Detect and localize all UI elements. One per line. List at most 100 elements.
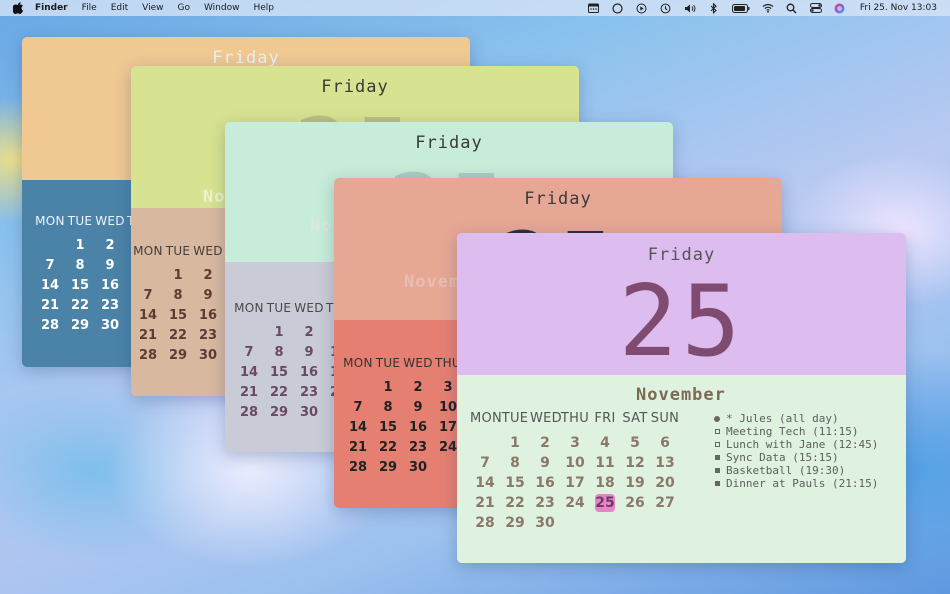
event-item[interactable]: Meeting Tech (11:15) [712,425,878,438]
day-cell[interactable]: 30 [403,460,433,475]
day-cell[interactable]: 28 [343,460,373,475]
day-cell[interactable]: 8 [500,455,530,471]
day-cell[interactable]: 23 [403,440,433,455]
day-cell[interactable]: 9 [403,400,433,415]
day-cell[interactable]: 5 [620,435,650,451]
day-cell[interactable]: 16 [95,278,125,293]
wifi-icon[interactable] [762,2,774,14]
menu-window[interactable]: Window [204,3,240,13]
time-machine-icon[interactable] [660,2,672,14]
day-cell[interactable]: 1 [500,435,530,451]
day-cell[interactable]: 21 [343,440,373,455]
day-cell[interactable]: 14 [470,475,500,491]
day-cell[interactable]: 30 [193,348,223,363]
search-icon[interactable] [786,2,798,14]
day-cell[interactable]: 16 [530,475,560,491]
day-cell[interactable]: 9 [95,258,125,273]
day-cell[interactable]: 16 [193,308,223,323]
day-cell[interactable]: 15 [373,420,403,435]
day-cell[interactable]: 23 [95,298,125,313]
day-cell[interactable]: 30 [294,405,324,420]
day-cell[interactable]: 15 [500,475,530,491]
battery-icon[interactable] [731,2,750,14]
day-cell[interactable]: 1 [163,268,193,283]
day-cell[interactable]: 2 [294,325,324,340]
day-cell[interactable]: 23 [530,495,560,511]
day-cell[interactable]: 29 [163,348,193,363]
day-cell[interactable]: 8 [65,258,95,273]
day-cell[interactable]: 22 [65,298,95,313]
menu-view[interactable]: View [142,3,163,13]
day-cell[interactable]: 21 [234,385,264,400]
day-cell[interactable]: 22 [373,440,403,455]
day-cell[interactable]: 29 [500,515,530,531]
day-cell[interactable]: 28 [35,318,65,333]
calendar-icon[interactable] [588,2,600,14]
day-cell[interactable]: 2 [403,380,433,395]
day-cell[interactable]: 30 [530,515,560,531]
apple-icon[interactable] [11,1,25,15]
day-cell[interactable]: 1 [264,325,294,340]
day-cell[interactable]: 9 [530,455,560,471]
day-cell[interactable]: 20 [650,475,680,491]
day-cell[interactable]: 15 [65,278,95,293]
day-cell[interactable]: 7 [133,288,163,303]
day-cell[interactable]: 18 [590,475,620,491]
day-cell[interactable]: 10 [560,455,590,471]
day-cell[interactable]: 21 [470,495,500,511]
day-cell[interactable]: 29 [373,460,403,475]
event-item[interactable]: Lunch with Jane (12:45) [712,438,878,451]
day-cell[interactable]: 23 [294,385,324,400]
day-cell[interactable]: 26 [620,495,650,511]
day-cell[interactable]: 7 [35,258,65,273]
menu-bar-clock[interactable]: Fri 25. Nov 13:03 [860,3,937,13]
day-cell[interactable]: 2 [95,238,125,253]
day-cell[interactable]: 7 [470,455,500,471]
day-cell[interactable]: 7 [234,345,264,360]
day-cell[interactable]: 14 [343,420,373,435]
menu-go[interactable]: Go [177,3,189,13]
menu-file[interactable]: File [82,3,97,13]
day-cell[interactable]: 14 [35,278,65,293]
bluetooth-icon[interactable] [708,2,720,14]
day-cell[interactable]: 22 [163,328,193,343]
circle-icon[interactable] [612,2,624,14]
menu-help[interactable]: Help [253,3,274,13]
day-cell[interactable]: 24 [560,495,590,511]
menu-edit[interactable]: Edit [111,3,128,13]
day-cell[interactable]: 22 [500,495,530,511]
day-cell[interactable]: 28 [234,405,264,420]
day-cell[interactable]: 22 [264,385,294,400]
day-cell[interactable]: 14 [234,365,264,380]
day-cell[interactable]: 21 [133,328,163,343]
day-cell[interactable]: 8 [264,345,294,360]
volume-icon[interactable] [684,2,696,14]
event-item[interactable]: Basketball (19:30) [712,464,878,477]
day-cell[interactable]: 19 [620,475,650,491]
event-item[interactable]: Dinner at Pauls (21:15) [712,477,878,490]
day-cell[interactable]: 2 [530,435,560,451]
day-cell[interactable]: 23 [193,328,223,343]
day-cell[interactable]: 1 [373,380,403,395]
siri-icon[interactable] [834,2,846,14]
day-cell[interactable]: 15 [163,308,193,323]
day-cell[interactable]: 25 [590,494,620,512]
day-cell[interactable]: 14 [133,308,163,323]
day-cell[interactable]: 9 [193,288,223,303]
day-cell[interactable]: 28 [470,515,500,531]
day-cell[interactable]: 17 [560,475,590,491]
day-cell[interactable]: 16 [294,365,324,380]
day-cell[interactable]: 15 [264,365,294,380]
play-icon[interactable] [636,2,648,14]
event-item[interactable]: Sync Data (15:15) [712,451,878,464]
day-cell[interactable]: 30 [95,318,125,333]
menu-app-finder[interactable]: Finder [35,3,68,13]
day-cell[interactable]: 8 [373,400,403,415]
day-cell[interactable]: 13 [650,455,680,471]
calendar-widget-lavender[interactable]: Friday 25 November MON TUE WED THU FRI SAT SUN… [457,233,906,563]
day-cell[interactable]: 6 [650,435,680,451]
control-center-icon[interactable] [809,2,822,14]
day-cell[interactable]: 29 [65,318,95,333]
day-cell[interactable]: 4 [590,435,620,451]
day-cell[interactable]: 7 [343,400,373,415]
